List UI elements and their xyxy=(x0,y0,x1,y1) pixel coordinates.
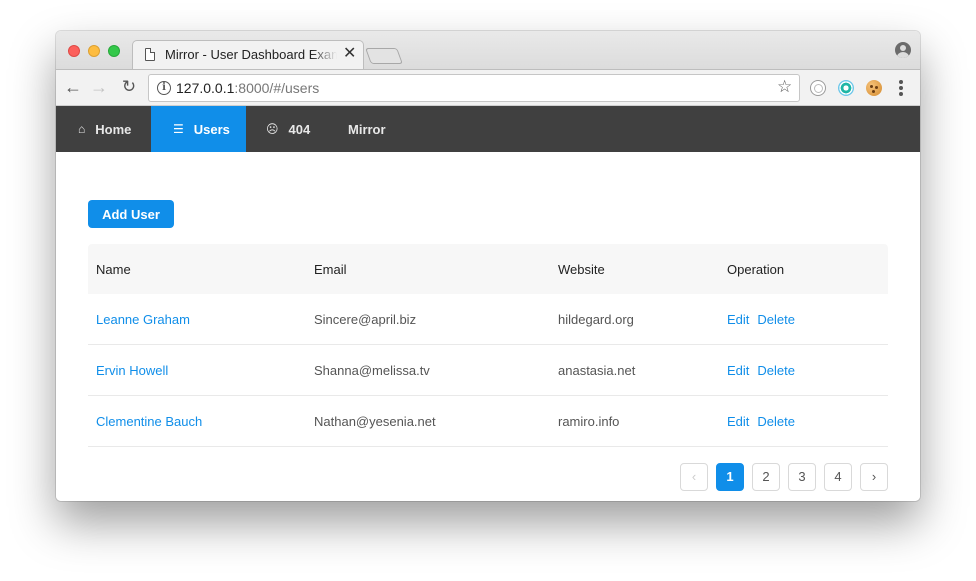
nav-item-mirror[interactable]: Mirror xyxy=(328,106,406,152)
radar-extension-icon[interactable] xyxy=(838,80,854,96)
add-user-button[interactable]: Add User xyxy=(88,200,174,228)
cookie-extension-icon[interactable] xyxy=(866,80,882,96)
nav-label: Users xyxy=(193,121,230,137)
minimize-window-button[interactable] xyxy=(88,45,100,57)
edit-link[interactable]: Edit xyxy=(727,414,749,429)
delete-link[interactable]: Delete xyxy=(757,312,795,327)
header-operation: Operation xyxy=(727,261,785,277)
url-host: 127.0.0.1 xyxy=(176,80,235,96)
user-name-link[interactable]: Ervin Howell xyxy=(96,363,168,378)
url-path: :8000/#/users xyxy=(234,80,320,96)
delete-link[interactable]: Delete xyxy=(757,363,795,378)
page-4-button[interactable]: 4 xyxy=(824,463,852,491)
new-tab-button[interactable] xyxy=(365,48,403,64)
user-email: Shanna@melissa.tv xyxy=(314,362,430,378)
tab-close-icon[interactable]: ✕ xyxy=(343,44,356,64)
url-text[interactable]: 127.0.0.1:8000/#/users xyxy=(176,80,319,96)
nav-item-home[interactable]: ⌂ Home xyxy=(68,106,141,152)
header-name: Name xyxy=(96,261,131,277)
user-name-link[interactable]: Clementine Bauch xyxy=(96,414,202,429)
tab-title: Mirror - User Dashboard Example xyxy=(165,47,337,62)
nav-label: Mirror xyxy=(348,121,386,137)
users-table: Name Email Website Operation Leanne Grah… xyxy=(88,244,888,447)
prev-page-button[interactable]: ‹ xyxy=(680,463,708,491)
page-1-button[interactable]: 1 xyxy=(716,463,744,491)
extension-icon[interactable] xyxy=(810,80,826,96)
header-website: Website xyxy=(558,261,605,277)
frown-icon: ☹ xyxy=(266,122,279,136)
table-header: Name Email Website Operation xyxy=(88,244,888,294)
home-icon: ⌂ xyxy=(78,122,86,136)
back-icon[interactable]: ← xyxy=(62,76,84,98)
user-email: Sincere@april.biz xyxy=(314,311,417,327)
browser-toolbar: ← → ↻ i 127.0.0.1:8000/#/users ☆ xyxy=(56,69,920,106)
app-navbar: ⌂ Home ☰ Users ☹ 404 Mirror xyxy=(56,106,920,152)
main-content: Add User Name Email Website Operation Le… xyxy=(56,152,920,501)
info-icon[interactable]: i xyxy=(157,81,171,95)
doc-icon xyxy=(145,48,155,61)
nav-item-404[interactable]: ☹ 404 xyxy=(246,106,330,152)
forward-icon[interactable]: → xyxy=(88,76,110,98)
page-2-button[interactable]: 2 xyxy=(752,463,780,491)
title-bar: Mirror - User Dashboard Example ✕ xyxy=(56,31,920,70)
next-page-button[interactable]: › xyxy=(860,463,888,491)
user-email: Nathan@yesenia.net xyxy=(314,413,436,429)
list-icon: ☰ xyxy=(173,122,184,136)
nav-label: Home xyxy=(95,121,132,137)
star-icon[interactable]: ☆ xyxy=(777,77,792,97)
browser-tab[interactable]: Mirror - User Dashboard Example ✕ xyxy=(132,40,364,70)
browser-window: Mirror - User Dashboard Example ✕ ← → ↻ … xyxy=(56,31,920,501)
table-row: Clementine Bauch Nathan@yesenia.net rami… xyxy=(88,396,888,447)
user-website: ramiro.info xyxy=(558,413,620,429)
page-3-button[interactable]: 3 xyxy=(788,463,816,491)
address-bar[interactable]: i 127.0.0.1:8000/#/users ☆ xyxy=(148,74,800,102)
profile-icon[interactable] xyxy=(895,42,911,58)
nav-item-users[interactable]: ☰ Users xyxy=(151,106,246,152)
maximize-window-button[interactable] xyxy=(108,45,120,57)
header-email: Email xyxy=(314,261,347,277)
close-window-button[interactable] xyxy=(68,45,80,57)
user-website: hildegard.org xyxy=(558,311,634,327)
delete-link[interactable]: Delete xyxy=(757,414,795,429)
table-row: Leanne Graham Sincere@april.biz hildegar… xyxy=(88,294,888,345)
edit-link[interactable]: Edit xyxy=(727,363,749,378)
reload-icon[interactable]: ↻ xyxy=(118,76,140,98)
nav-label: 404 xyxy=(288,121,311,137)
menu-icon[interactable] xyxy=(899,80,903,96)
user-website: anastasia.net xyxy=(558,362,636,378)
table-row: Ervin Howell Shanna@melissa.tv anastasia… xyxy=(88,345,888,396)
user-name-link[interactable]: Leanne Graham xyxy=(96,312,190,327)
edit-link[interactable]: Edit xyxy=(727,312,749,327)
